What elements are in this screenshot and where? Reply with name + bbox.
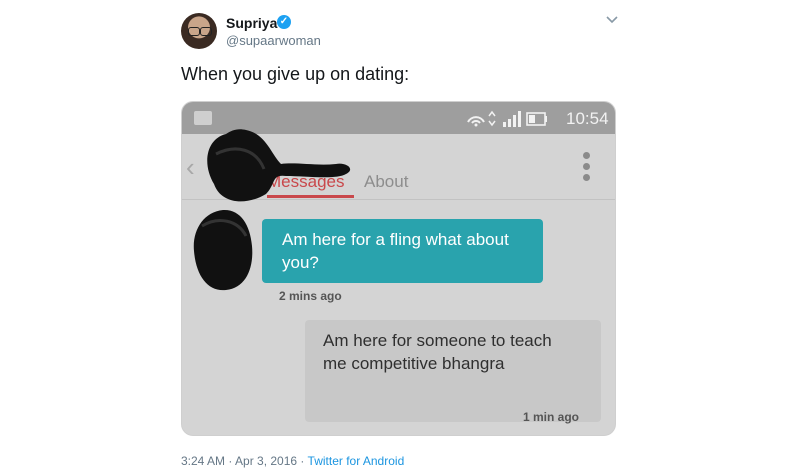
overflow-menu-icon[interactable] [583,152,591,185]
tab-about[interactable]: About [364,172,408,192]
status-time: 10:54 [566,109,609,128]
tweet-text: When you give up on dating: [181,64,410,84]
redacted-profile-picture [193,209,253,291]
incoming-message-time: 2 mins ago [279,289,342,303]
outgoing-message-text: Am here for someone to teach me competit… [323,331,552,373]
tweet-timestamp[interactable]: 3:24 AM · Apr 3, 2016 · [181,454,308,468]
redacted-name-scribble [207,129,351,202]
image-notification-icon [194,111,212,125]
chevron-down-icon[interactable] [604,14,620,26]
outgoing-message-time: 1 min ago [523,410,580,424]
avatar-glasses-left [188,27,200,36]
author-handle[interactable]: @supaarwoman [226,33,321,48]
author-avatar[interactable] [181,13,217,49]
back-chevron-icon[interactable]: ‹ [186,152,195,183]
incoming-message-text: Am here for a fling what about you? [282,230,509,272]
verified-badge-icon: ✓ [277,15,291,29]
author-name[interactable]: Supriya [226,15,277,31]
avatar-glasses-right [200,27,212,36]
tweet-meta: 3:24 AM · Apr 3, 2016 · Twitter for Andr… [181,454,404,468]
tweet-media-image[interactable]: 10:54 ‹ Messages About Am here for a fli… [181,101,616,436]
tweet-source-link[interactable]: Twitter for Android [308,454,405,468]
signal-battery-icons [467,110,547,127]
